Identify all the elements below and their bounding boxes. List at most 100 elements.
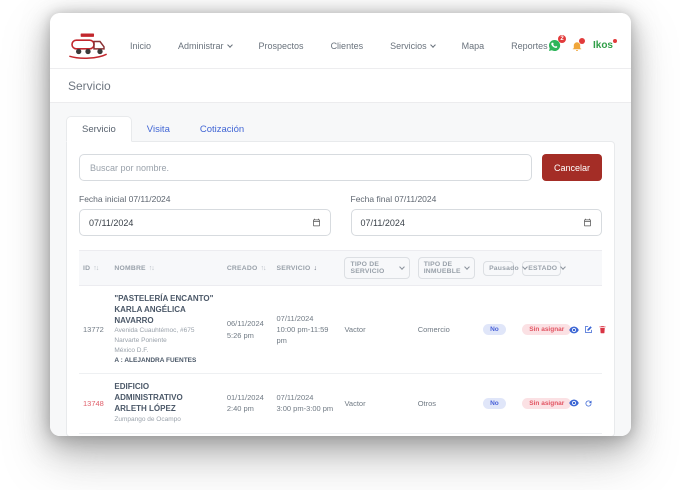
calendar-icon (583, 218, 592, 227)
nav-clientes[interactable]: Clientes (331, 41, 364, 51)
created-cell: 01/11/20242:40 pm (223, 374, 273, 433)
estado-select[interactable]: ESTADO (522, 261, 561, 276)
refresh-icon[interactable] (584, 399, 593, 408)
table-header-row: ID↑↓ NOMBRE↑↓ CREADO↑↓ SERVICIO↓ TIPO DE… (79, 251, 602, 286)
app-window: Inicio Administrar Prospectos Clientes S… (50, 13, 631, 436)
service-panel: Cancelar Fecha inicial 07/11/2024 07/11/… (66, 141, 615, 436)
page-title: Servicio (68, 79, 613, 93)
start-date-field: Fecha inicial 07/11/2024 07/11/2024 (79, 194, 331, 236)
end-date-value: 07/11/2024 (361, 218, 405, 228)
paused-cell: No (479, 286, 518, 374)
content-area: Servicio Visita Cotización Cancelar Fech… (50, 103, 631, 436)
date-filters: Fecha inicial 07/11/2024 07/11/2024 Fech… (79, 194, 602, 236)
status-cell: Asignado (518, 433, 565, 436)
estado-label: ESTADO (528, 265, 557, 272)
chevron-down-icon (227, 42, 233, 48)
bell-icon[interactable] (571, 40, 583, 52)
nav-servicios-label: Servicios (390, 41, 427, 51)
row-name-cell: EDIFICIO ADMINISTRATIVO ARLETH LÓPEZ Zum… (110, 374, 222, 433)
sort-icon[interactable]: ↑↓ (93, 265, 98, 272)
pausado-select[interactable]: Pausado (483, 261, 514, 276)
nav-administrar[interactable]: Administrar (178, 41, 232, 51)
view-icon[interactable] (569, 399, 579, 407)
header-pausado: Pausado (479, 251, 518, 286)
header-creado-label: CREADO (227, 265, 258, 272)
address-line: Narvarte Poniente (114, 336, 218, 346)
navbar-right: 2 Ikos (548, 39, 613, 52)
services-table: ID↑↓ NOMBRE↑↓ CREADO↑↓ SERVICIO↓ TIPO DE… (79, 250, 602, 436)
cancel-button[interactable]: Cancelar (542, 154, 602, 181)
property-type-cell: Casa (414, 433, 479, 436)
chevron-down-icon (430, 42, 436, 48)
service-type-cell: Vactor (340, 286, 413, 374)
status-badge: Sin asignar (522, 398, 571, 409)
end-date-field: Fecha final 07/11/2024 07/11/2024 (351, 194, 603, 236)
nav-inicio[interactable]: Inicio (130, 41, 151, 51)
service-cell: 07/11/202410:00 pm-11:59 pm (272, 286, 340, 374)
nav-mapa-label: Mapa (462, 41, 485, 51)
paused-cell: No (479, 374, 518, 433)
header-nombre-label: NOMBRE (114, 265, 145, 272)
client-name: "PASTELERÍA ENCANTO" (114, 294, 218, 305)
property-type-cell: Otros (414, 374, 479, 433)
start-date-value: 07/11/2024 (89, 218, 133, 228)
header-servicio[interactable]: SERVICIO↓ (272, 251, 340, 286)
nav-reportes[interactable]: Reportes (511, 41, 548, 51)
table-row: 13748 EDIFICIO ADMINISTRATIVO ARLETH LÓP… (79, 374, 602, 433)
pausado-label: Pausado (489, 265, 519, 272)
status-badge: Sin asignar (522, 324, 571, 335)
calendar-icon (312, 218, 321, 227)
edit-icon[interactable] (584, 325, 593, 334)
header-actions (565, 251, 602, 286)
paused-cell: No (479, 433, 518, 436)
nav-servicios[interactable]: Servicios (390, 41, 435, 51)
status-cell: Sin asignar (518, 374, 565, 433)
row-name-cell: DANIELA MEDINA HERNÁNDEZ Calle El Risco,… (110, 433, 222, 436)
header-nombre[interactable]: NOMBRE ↑↓ (110, 251, 222, 286)
truck-logo-icon (68, 32, 108, 59)
service-type-cell: Camioneta a presión (340, 433, 413, 436)
sort-icon[interactable]: ↑↓ (149, 265, 154, 272)
delete-icon[interactable] (598, 325, 607, 334)
search-input[interactable] (79, 154, 532, 181)
whatsapp-icon[interactable]: 2 (548, 39, 561, 52)
service-cell: 07/11/20242:37 pm-4:37 pm (272, 433, 340, 436)
nav-prospectos[interactable]: Prospectos (259, 41, 304, 51)
client-name: EDIFICIO ADMINISTRATIVO (114, 382, 218, 404)
start-date-label: Fecha inicial 07/11/2024 (79, 194, 331, 204)
paused-badge: No (483, 324, 506, 335)
tab-visita[interactable]: Visita (132, 117, 185, 141)
paused-badge: No (483, 398, 506, 409)
row-id: 13774 (79, 433, 110, 436)
main-nav: Inicio Administrar Prospectos Clientes S… (130, 41, 548, 51)
actions-cell (565, 286, 602, 374)
sort-icon[interactable]: ↑↓ (260, 265, 265, 272)
tab-cotizacion[interactable]: Cotización (185, 117, 259, 141)
tab-servicio[interactable]: Servicio (66, 116, 132, 142)
nav-mapa[interactable]: Mapa (462, 41, 485, 51)
tipo-servicio-select[interactable]: TIPO DE SERVICIO (344, 257, 409, 279)
tipo-inmueble-select[interactable]: TIPO DE INMUEBLE (418, 257, 475, 279)
page-header: Servicio (50, 69, 631, 103)
header-tipo-servicio: TIPO DE SERVICIO (340, 251, 413, 286)
nav-clientes-label: Clientes (331, 41, 364, 51)
sort-desc-icon[interactable]: ↓ (313, 265, 316, 272)
chevron-down-icon (464, 264, 470, 270)
brand-logo[interactable]: Ikos (593, 40, 613, 51)
assigned-person: A : ALEJANDRA FUENTES (114, 356, 218, 366)
start-date-input[interactable]: 07/11/2024 (79, 209, 331, 236)
service-type-cell: Vactor (340, 374, 413, 433)
client-name: KARLA ANGÉLICA NAVARRO (114, 305, 218, 327)
nav-inicio-label: Inicio (130, 41, 151, 51)
bell-notification-dot (579, 38, 585, 44)
header-id[interactable]: ID↑↓ (79, 251, 110, 286)
row-id: 13772 (79, 286, 110, 374)
row-id: 13748 (79, 374, 110, 433)
table-row: 13772 "PASTELERÍA ENCANTO" KARLA ANGÉLIC… (79, 286, 602, 374)
end-date-input[interactable]: 07/11/2024 (351, 209, 603, 236)
header-creado[interactable]: CREADO↑↓ (223, 251, 273, 286)
end-date-label: Fecha final 07/11/2024 (351, 194, 603, 204)
company-logo[interactable] (68, 32, 108, 59)
view-icon[interactable] (569, 326, 579, 334)
actions-cell (565, 374, 602, 433)
